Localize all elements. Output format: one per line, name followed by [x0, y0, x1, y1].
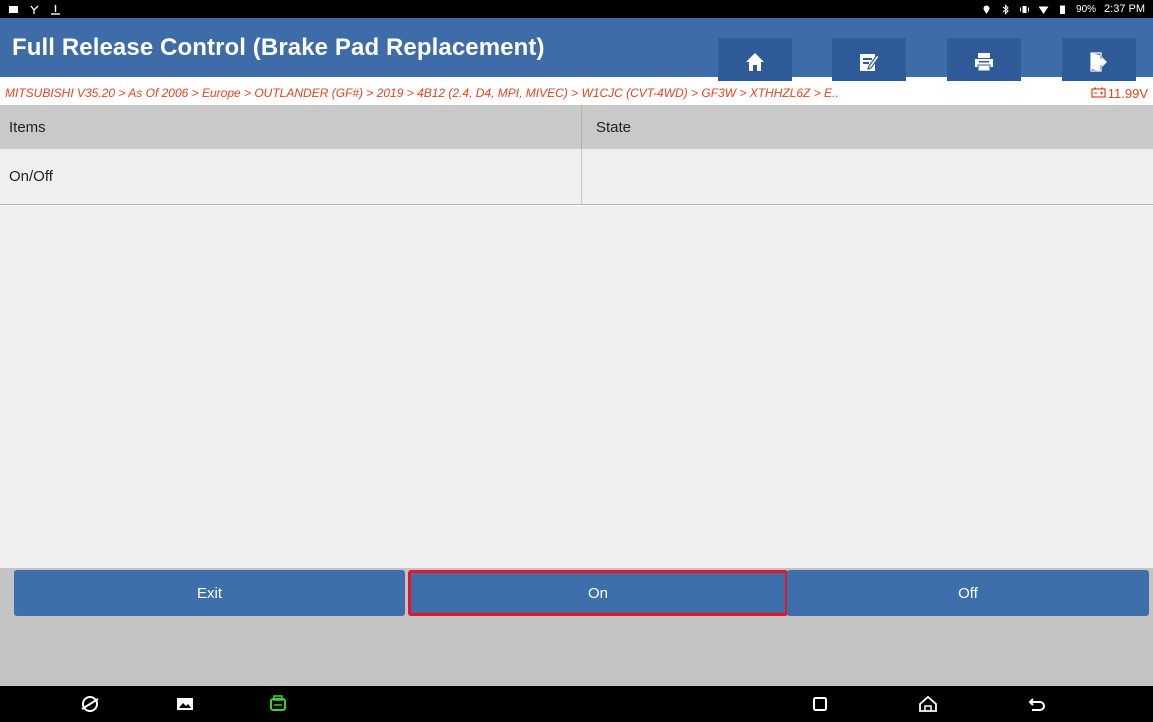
- off-button[interactable]: Off: [787, 570, 1149, 616]
- battery-icon: [1057, 4, 1068, 15]
- page-title: Full Release Control (Brake Pad Replacem…: [12, 33, 545, 61]
- android-nav-bar: [0, 686, 1153, 722]
- table-row[interactable]: On/Off: [0, 149, 1153, 205]
- location-icon: [981, 4, 992, 15]
- home-nav-icon[interactable]: [918, 694, 938, 714]
- recent-apps-icon[interactable]: [810, 694, 830, 714]
- content-area: [0, 206, 1153, 568]
- browser-icon[interactable]: [80, 694, 100, 714]
- title-bar: Full Release Control (Brake Pad Replacem…: [0, 18, 1153, 91]
- breadcrumb-path: MITSUBISHI V35.20 > As Of 2006 > Europe …: [5, 86, 839, 100]
- bluetooth-icon: [1000, 3, 1011, 15]
- battery-voltage: 11.99V: [1091, 86, 1148, 101]
- table-header: Items State: [0, 105, 1153, 149]
- wifi-icon: [1038, 4, 1049, 15]
- on-button[interactable]: On: [408, 570, 788, 616]
- gallery-icon[interactable]: [175, 694, 195, 714]
- back-icon[interactable]: [1027, 694, 1047, 714]
- column-header-state: State: [596, 118, 632, 136]
- row-item-label: On/Off: [0, 149, 582, 204]
- system-status-bar: 90% 2:37 PM: [0, 0, 1153, 18]
- exit-door-icon: [1088, 51, 1110, 78]
- diagnostic-app-icon[interactable]: [268, 694, 288, 714]
- home-icon: [744, 51, 766, 78]
- download-icon: [50, 4, 61, 15]
- vehicle-breadcrumb: MITSUBISHI V35.20 > As Of 2006 > Europe …: [0, 81, 1153, 105]
- control-table: Items State On/Off: [0, 105, 1153, 205]
- row-state-value: [582, 149, 1153, 204]
- edit-icon: [858, 51, 880, 78]
- column-header-items: Items: [0, 105, 582, 149]
- clock: 2:37 PM: [1104, 3, 1145, 15]
- vibrate-icon: [1019, 4, 1030, 15]
- notification-icon: [8, 4, 19, 15]
- battery-percent: 90%: [1076, 3, 1097, 15]
- printer-icon: [973, 51, 995, 78]
- voltage-value: 11.99V: [1107, 85, 1148, 101]
- exit-button[interactable]: Exit: [14, 570, 405, 616]
- usb-icon: [29, 4, 40, 15]
- car-battery-icon: [1091, 86, 1106, 101]
- action-bar: Exit On Off: [0, 568, 1153, 686]
